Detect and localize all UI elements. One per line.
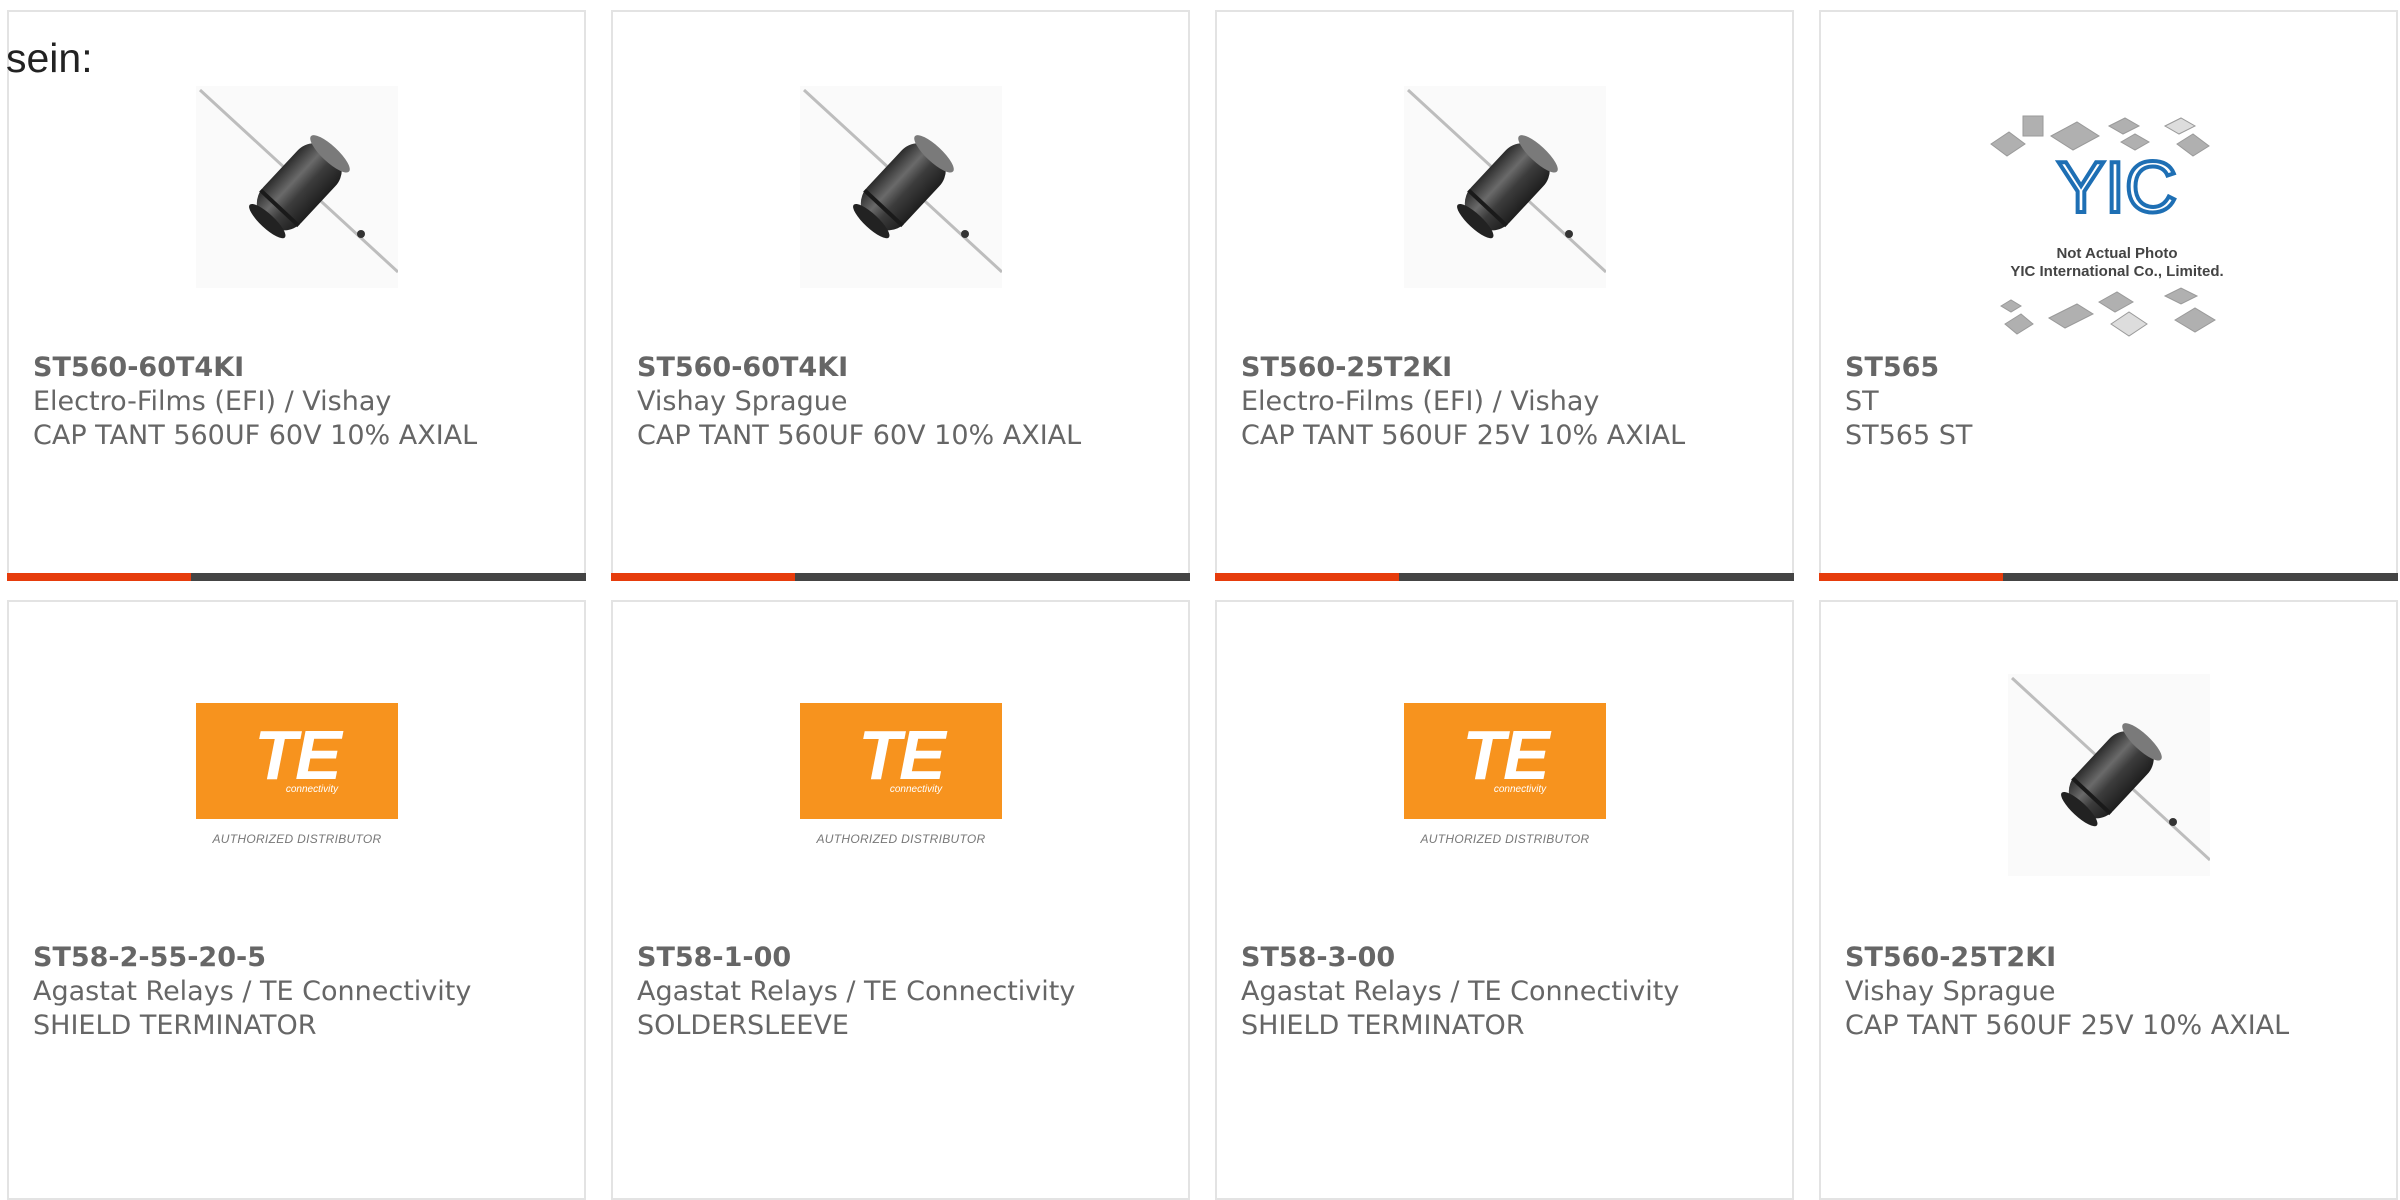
product-card[interactable]: TE connectivity AUTHORIZED DISTRIBUTOR S… bbox=[1215, 600, 1794, 1200]
yic-placeholder-line1: Not Actual Photo bbox=[2056, 245, 2178, 262]
te-logo-word: TE bbox=[1462, 716, 1549, 794]
description: CAP TANT 560UF 25V 10% AXIAL bbox=[1845, 1010, 2290, 1041]
card-bottom-bar bbox=[1215, 573, 1794, 581]
axial-capacitor-image bbox=[196, 86, 398, 288]
te-logo-sub: connectivity bbox=[889, 784, 943, 795]
part-number[interactable]: ST565 bbox=[1845, 351, 2380, 385]
description: SHIELD TERMINATOR bbox=[1241, 1010, 1525, 1041]
card-bottom-bar bbox=[1819, 573, 2398, 581]
manufacturer: Agastat Relays / TE Connectivity bbox=[1241, 976, 1680, 1007]
part-number[interactable]: ST58-3-00 bbox=[1241, 941, 1776, 975]
manufacturer: Agastat Relays / TE Connectivity bbox=[33, 976, 472, 1007]
card-accent-bar bbox=[1819, 573, 2003, 581]
card-accent-bar bbox=[611, 573, 795, 581]
product-card[interactable]: ST560-25T2KI Electro-Films (EFI) / Visha… bbox=[1215, 10, 1794, 581]
product-card[interactable]: TE connectivity AUTHORIZED DISTRIBUTOR S… bbox=[7, 600, 586, 1200]
manufacturer: Vishay Sprague bbox=[1845, 976, 2056, 1007]
manufacturer: Agastat Relays / TE Connectivity bbox=[637, 976, 1076, 1007]
description: CAP TANT 560UF 60V 10% AXIAL bbox=[637, 420, 1082, 451]
manufacturer: ST bbox=[1845, 386, 1879, 417]
te-logo-word: TE bbox=[858, 716, 945, 794]
te-logo-sub: connectivity bbox=[1493, 784, 1547, 795]
card-bottom-bar bbox=[7, 573, 586, 581]
te-connectivity-logo: TE connectivity AUTHORIZED DISTRIBUTOR bbox=[800, 674, 1002, 876]
description: CAP TANT 560UF 25V 10% AXIAL bbox=[1241, 420, 1686, 451]
product-card[interactable]: YIC Not Actual Photo YIC International C… bbox=[1819, 10, 2398, 581]
manufacturer: Electro-Films (EFI) / Vishay bbox=[33, 386, 392, 417]
description: CAP TANT 560UF 60V 10% AXIAL bbox=[33, 420, 478, 451]
te-logo-caption: AUTHORIZED DISTRIBUTOR bbox=[212, 832, 382, 846]
yic-placeholder-line2: YIC International Co., Limited. bbox=[2010, 263, 2224, 280]
manufacturer: Electro-Films (EFI) / Vishay bbox=[1241, 386, 1600, 417]
description: ST565 ST bbox=[1845, 420, 1973, 451]
intro-text: sein: bbox=[6, 35, 93, 81]
card-accent-bar bbox=[7, 573, 191, 581]
part-number[interactable]: ST58-1-00 bbox=[637, 941, 1172, 975]
te-logo-sub: connectivity bbox=[285, 784, 339, 795]
part-number[interactable]: ST560-60T4KI bbox=[33, 351, 568, 385]
axial-capacitor-image bbox=[800, 86, 1002, 288]
te-connectivity-logo: TE connectivity AUTHORIZED DISTRIBUTOR bbox=[1404, 674, 1606, 876]
te-logo-caption: AUTHORIZED DISTRIBUTOR bbox=[1420, 832, 1590, 846]
product-card[interactable]: ST560-60T4KI Vishay Sprague CAP TANT 560… bbox=[611, 10, 1190, 581]
part-number[interactable]: ST560-60T4KI bbox=[637, 351, 1172, 385]
manufacturer: Vishay Sprague bbox=[637, 386, 848, 417]
description: SOLDERSLEEVE bbox=[637, 1010, 849, 1041]
yic-placeholder-image: YIC Not Actual Photo YIC International C… bbox=[1981, 92, 2253, 350]
card-bottom-bar bbox=[611, 573, 1190, 581]
part-number[interactable]: ST560-25T2KI bbox=[1845, 941, 2380, 975]
product-card[interactable]: ST560-25T2KI Vishay Sprague CAP TANT 560… bbox=[1819, 600, 2398, 1200]
card-accent-bar bbox=[1215, 573, 1399, 581]
description: SHIELD TERMINATOR bbox=[33, 1010, 317, 1041]
te-logo-caption: AUTHORIZED DISTRIBUTOR bbox=[816, 832, 986, 846]
product-card[interactable]: TE connectivity AUTHORIZED DISTRIBUTOR S… bbox=[611, 600, 1190, 1200]
part-number[interactable]: ST58-2-55-20-5 bbox=[33, 941, 568, 975]
te-connectivity-logo: TE connectivity AUTHORIZED DISTRIBUTOR bbox=[196, 674, 398, 876]
product-card[interactable]: ST560-60T4KI Electro-Films (EFI) / Visha… bbox=[7, 10, 586, 581]
axial-capacitor-image bbox=[1404, 86, 1606, 288]
part-number[interactable]: ST560-25T2KI bbox=[1241, 351, 1776, 385]
axial-capacitor-image bbox=[2008, 674, 2210, 876]
svg-text:YIC: YIC bbox=[2057, 148, 2177, 228]
te-logo-word: TE bbox=[254, 716, 341, 794]
